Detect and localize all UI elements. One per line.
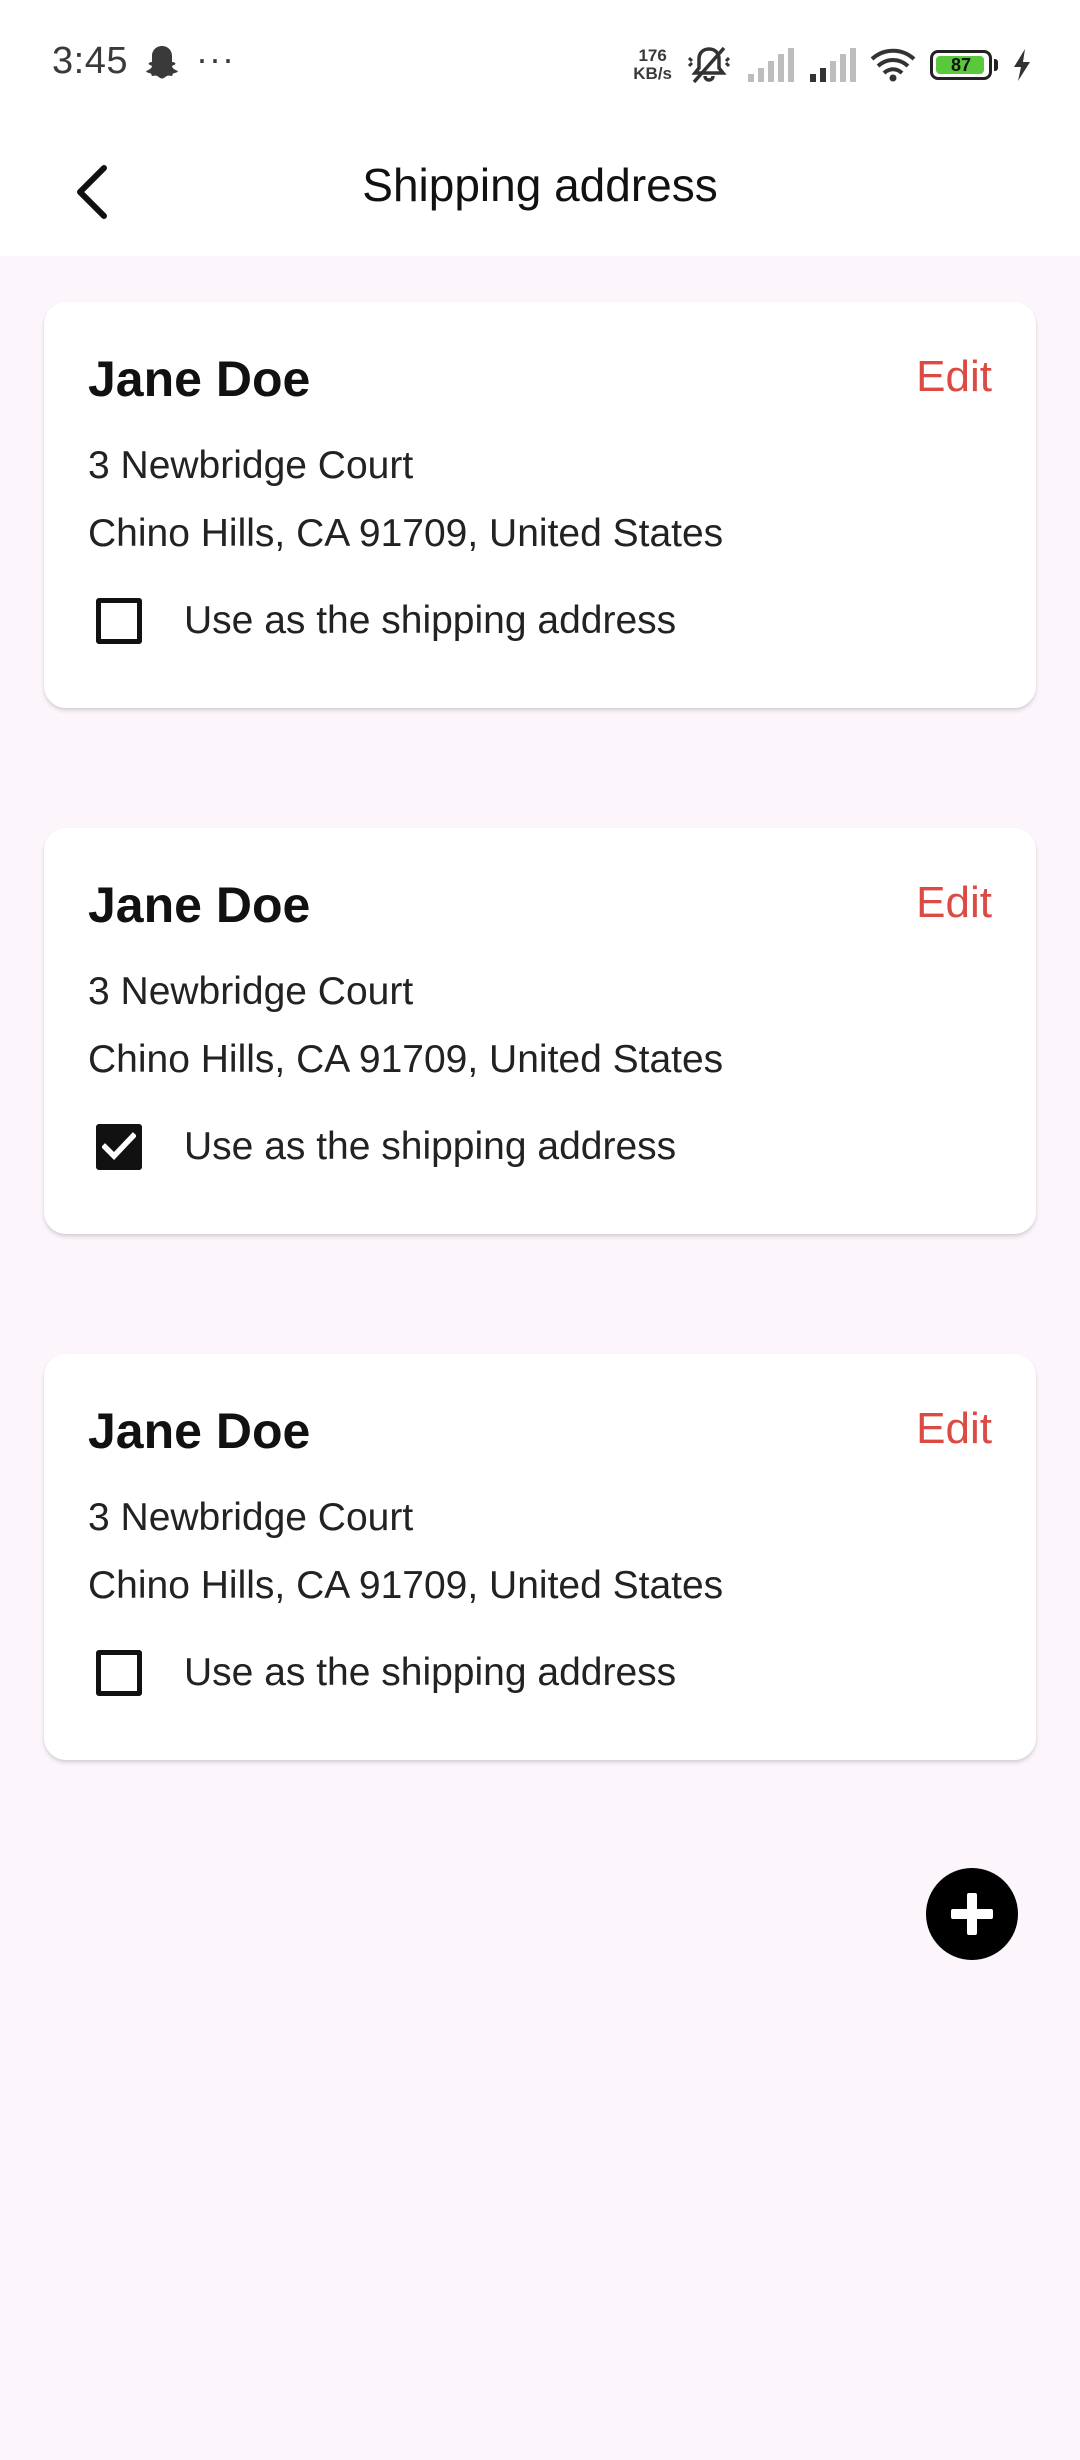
- add-address-button[interactable]: [926, 1868, 1018, 1960]
- check-icon: [102, 1132, 136, 1160]
- address-card: Jane Doe Edit 3 Newbridge Court Chino Hi…: [44, 302, 1036, 708]
- plus-icon: [951, 1893, 993, 1935]
- shipping-checkbox-label: Use as the shipping address: [184, 1651, 677, 1694]
- address-street: 3 Newbridge Court: [88, 444, 414, 487]
- more-notifications-icon: ···: [196, 38, 235, 79]
- battery-icon: 87: [930, 50, 992, 80]
- address-name: Jane Doe: [88, 1403, 311, 1459]
- use-as-shipping-toggle[interactable]: Use as the shipping address: [96, 1124, 676, 1170]
- wifi-icon: [870, 48, 916, 82]
- address-street: 3 Newbridge Court: [88, 970, 414, 1013]
- address-city: Chino Hills, CA 91709, United States: [88, 1564, 724, 1607]
- snapchat-icon: [146, 46, 178, 79]
- shipping-checkbox[interactable]: [96, 1650, 142, 1696]
- status-indicators: 176 KB/s 87: [633, 40, 1032, 90]
- battery-level: 87: [950, 55, 972, 75]
- shipping-checkbox-label: Use as the shipping address: [184, 1125, 677, 1168]
- status-time: 3:45: [52, 40, 128, 82]
- shipping-checkbox[interactable]: [96, 598, 142, 644]
- charging-icon: [1014, 49, 1030, 81]
- address-street: 3 Newbridge Court: [88, 1496, 414, 1539]
- network-speed: 176 KB/s: [633, 47, 672, 83]
- page-title: Shipping address: [362, 159, 718, 211]
- shipping-checkbox-label: Use as the shipping address: [184, 599, 677, 642]
- address-card: Jane Doe Edit 3 Newbridge Court Chino Hi…: [44, 1354, 1036, 1760]
- address-city: Chino Hills, CA 91709, United States: [88, 1038, 724, 1081]
- network-speed-value: 176: [638, 46, 667, 65]
- use-as-shipping-toggle[interactable]: Use as the shipping address: [96, 1650, 676, 1696]
- network-speed-unit: KB/s: [633, 64, 672, 83]
- edit-address-button[interactable]: Edit: [916, 878, 992, 928]
- signal-strength-icon: [810, 48, 856, 82]
- app-bar: Shipping address: [0, 128, 1080, 256]
- bell-muted-icon: [687, 46, 731, 84]
- shipping-checkbox[interactable]: [96, 1124, 142, 1170]
- address-name: Jane Doe: [88, 877, 311, 933]
- status-bar: 3:45 ··· 176 KB/s 87: [0, 0, 1080, 128]
- address-card: Jane Doe Edit 3 Newbridge Court Chino Hi…: [44, 828, 1036, 1234]
- use-as-shipping-toggle[interactable]: Use as the shipping address: [96, 598, 676, 644]
- edit-address-button[interactable]: Edit: [916, 1404, 992, 1454]
- signal-empty-icon: [748, 48, 794, 82]
- address-city: Chino Hills, CA 91709, United States: [88, 512, 724, 555]
- address-name: Jane Doe: [88, 351, 311, 407]
- edit-address-button[interactable]: Edit: [916, 352, 992, 402]
- battery-nub: [994, 59, 998, 71]
